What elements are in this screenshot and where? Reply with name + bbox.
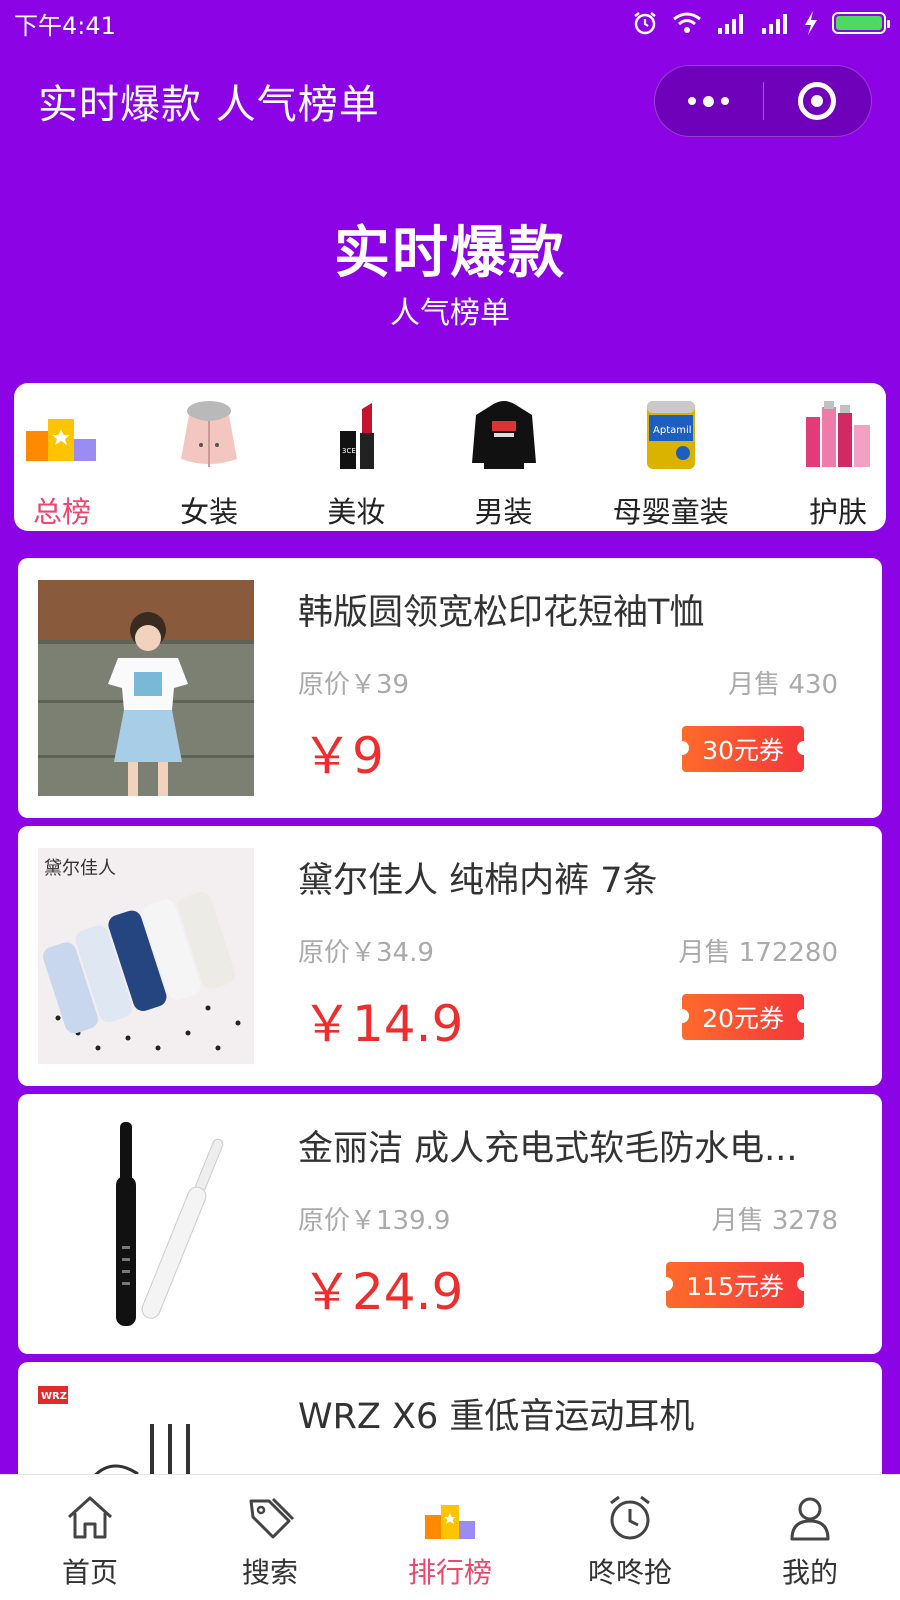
category-label: 女装 xyxy=(180,495,239,529)
monthly-sales: 月售 3278 xyxy=(711,1206,838,1236)
product-title: 金丽洁 成人充电式软毛防水电... xyxy=(298,1129,798,1169)
target-icon xyxy=(798,82,837,120)
skincare-bottles-image xyxy=(805,401,870,467)
original-price: 原价￥34.9 xyxy=(298,938,434,968)
charging-icon xyxy=(805,11,817,35)
nav-title: 实时爆款 人气榜单 xyxy=(38,82,380,128)
category-label: 总榜 xyxy=(32,495,91,529)
tab-label: 排行榜 xyxy=(407,1556,492,1589)
bottom-tab-bar: 首页 搜索 排行榜 咚咚抢 我的 xyxy=(0,1474,900,1600)
tab-label: 搜索 xyxy=(241,1556,298,1589)
close-capsule-button[interactable] xyxy=(764,66,872,136)
tab-label: 咚咚抢 xyxy=(587,1556,672,1589)
more-button[interactable] xyxy=(655,66,763,136)
sale-price: ￥24.9 xyxy=(302,1263,464,1321)
signal-icon xyxy=(762,14,787,34)
status-time: 下午4:41 xyxy=(14,11,116,40)
tab-search[interactable]: 搜索 xyxy=(195,1475,345,1600)
ranking-icon xyxy=(26,419,96,461)
alarm-status-icon xyxy=(634,12,656,35)
product-card[interactable]: 金丽洁 成人充电式软毛防水电... 原价￥139.9 月售 3278 ￥24.9… xyxy=(18,1094,882,1354)
formula-can-image: Aptamil xyxy=(646,401,695,469)
tab-ranking[interactable]: 排行榜 xyxy=(375,1475,525,1600)
tab-label: 我的 xyxy=(781,1556,838,1589)
category-womens[interactable]: 女装 xyxy=(171,383,247,531)
alarm-clock-icon xyxy=(610,1495,650,1540)
product-title: 韩版圆领宽松印花短袖T恤 xyxy=(298,593,705,633)
original-price: 原价￥139.9 xyxy=(298,1206,451,1236)
tab-label: 首页 xyxy=(61,1556,118,1589)
category-baby[interactable]: Aptamil 母婴童装 xyxy=(613,383,729,531)
coupon-badge[interactable]: 30元券 xyxy=(675,726,811,772)
product-card[interactable]: 韩版圆领宽松印花短袖T恤 原价￥39 月售 430 ￥9 30元券 xyxy=(18,558,882,818)
svg-text:黛尔佳人: 黛尔佳人 xyxy=(44,858,116,879)
ranking-icon xyxy=(425,1505,475,1539)
svg-text:WRZ: WRZ xyxy=(41,1391,67,1402)
status-icons xyxy=(632,10,890,36)
hoodie-image xyxy=(471,401,536,469)
mini-program-capsule xyxy=(654,65,872,137)
product-image-toothbrush xyxy=(38,1116,254,1332)
product-image-underwear: 黛尔佳人 xyxy=(38,848,254,1064)
monthly-sales: 月售 430 xyxy=(728,670,838,700)
original-price: 原价￥39 xyxy=(298,670,410,700)
category-label: 护肤 xyxy=(808,495,867,529)
monthly-sales: 月售 172280 xyxy=(678,938,838,968)
category-makeup[interactable]: 3CE 美妆 xyxy=(318,383,394,531)
category-bar: 总榜 女装 3CE 美妆 男装 Aptamil 母婴童装 护肤 xyxy=(14,383,886,531)
coupon-badge[interactable]: 20元券 xyxy=(675,994,811,1040)
sale-price: ￥9 xyxy=(302,727,384,785)
product-image-tshirt xyxy=(38,580,254,796)
hero-title: 实时爆款 xyxy=(334,221,566,286)
user-icon xyxy=(790,1497,830,1541)
tab-profile[interactable]: 我的 xyxy=(735,1475,885,1600)
category-skincare[interactable]: 护肤 xyxy=(800,383,876,531)
category-all[interactable]: 总榜 xyxy=(24,383,100,531)
svg-text:3CE: 3CE xyxy=(342,447,356,455)
product-title: 黛尔佳人 纯棉内裤 7条 xyxy=(298,861,658,901)
lipstick-image: 3CE xyxy=(340,403,375,469)
sale-price: ￥14.9 xyxy=(302,995,464,1053)
coupon-badge[interactable]: 115元券 xyxy=(659,1262,811,1308)
wifi-icon xyxy=(673,12,701,33)
tab-home[interactable]: 首页 xyxy=(15,1475,165,1600)
nav-bar: 实时爆款 人气榜单 xyxy=(0,60,900,142)
status-bar: 下午4:41 xyxy=(0,0,900,46)
category-label: 美妆 xyxy=(327,495,386,529)
womens-jacket-image xyxy=(181,401,238,467)
tag-icon xyxy=(249,1497,295,1539)
svg-text:Aptamil: Aptamil xyxy=(653,425,692,436)
home-icon xyxy=(67,1496,113,1539)
category-label: 母婴童装 xyxy=(612,495,729,529)
tab-flash-sale[interactable]: 咚咚抢 xyxy=(555,1475,705,1600)
product-card[interactable]: 黛尔佳人 黛尔佳人 纯棉内裤 7条 原价￥34.9 月售 172280 ￥14.… xyxy=(18,826,882,1086)
signal-icon xyxy=(718,14,743,34)
category-label: 男装 xyxy=(474,495,533,529)
battery-icon xyxy=(832,12,890,34)
more-dots-icon xyxy=(688,95,730,107)
hero-subtitle: 人气榜单 xyxy=(390,296,510,331)
product-title: WRZ X6 重低音运动耳机 xyxy=(298,1397,695,1437)
category-mens[interactable]: 男装 xyxy=(466,383,542,531)
